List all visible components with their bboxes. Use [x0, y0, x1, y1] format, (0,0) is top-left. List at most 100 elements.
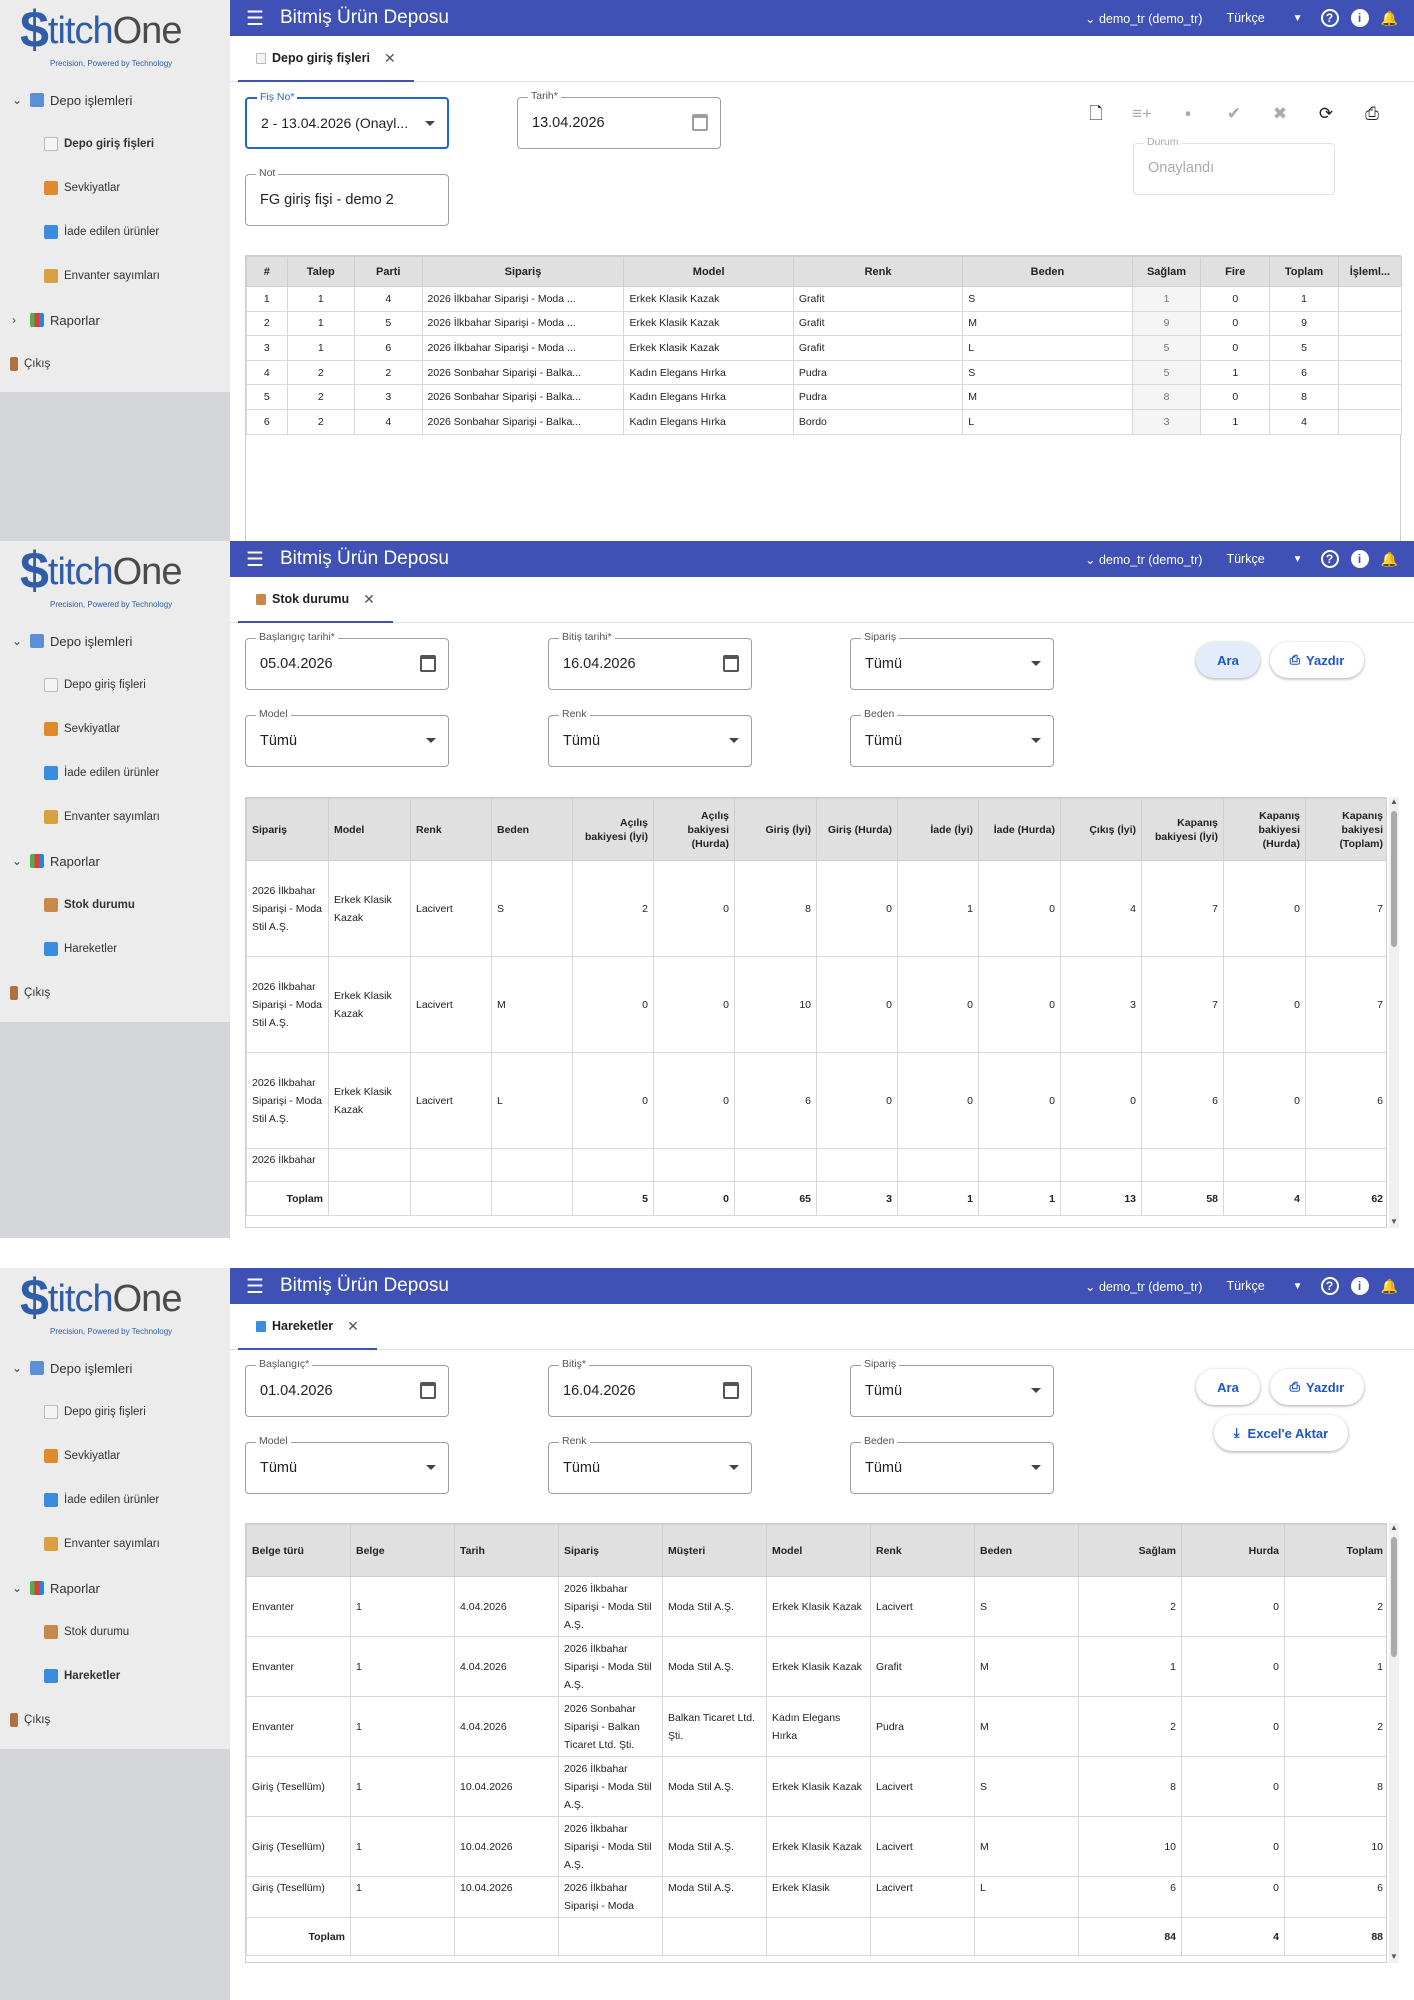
- add-row-icon[interactable]: ≡+: [1132, 104, 1152, 124]
- bell-icon[interactable]: 🔔: [1381, 1278, 1398, 1295]
- info-icon[interactable]: i: [1350, 1277, 1369, 1295]
- caret-down-icon[interactable]: ▼: [1293, 554, 1303, 565]
- new-document-icon[interactable]: 🗋: [1086, 104, 1106, 124]
- user-menu[interactable]: ⌄ demo_tr (demo_tr): [1085, 11, 1202, 26]
- sidebar-item-raporlar[interactable]: › Raporlar: [0, 298, 230, 342]
- menu-icon[interactable]: ☰: [230, 1274, 280, 1299]
- start-date-field[interactable]: Başlangıç* 01.04.2026: [245, 1358, 449, 1417]
- table-cell: 0: [1200, 286, 1271, 312]
- sidebar-item-stok[interactable]: Stok durumu: [0, 883, 230, 927]
- help-icon[interactable]: ?: [1320, 550, 1339, 568]
- model-select[interactable]: Model Tümü: [245, 708, 449, 767]
- giris-table: # Talep Parti Sipariş Model Renk Beden Sağlam Fi…: [245, 255, 1403, 541]
- calendar-icon[interactable]: [692, 114, 708, 131]
- info-icon[interactable]: i: [1350, 9, 1369, 27]
- table-cell: 8: [734, 860, 817, 957]
- user-menu[interactable]: ⌄ demo_tr (demo_tr): [1085, 1279, 1202, 1294]
- total-cell: 13: [1060, 1181, 1142, 1216]
- sidebar-item-depo[interactable]: ⌄ Depo işlemleri: [0, 619, 230, 663]
- topbar: ☰ Bitmiş Ürün Deposu ⌄ demo_tr (demo_tr)…: [230, 0, 1414, 36]
- user-menu[interactable]: ⌄ demo_tr (demo_tr): [1085, 552, 1202, 567]
- siparis-select[interactable]: Sipariş Tümü: [850, 1358, 1054, 1417]
- sidebar-item-depo[interactable]: ⌄ Depo işlemleri: [0, 78, 230, 122]
- beden-select[interactable]: Beden Tümü: [850, 1435, 1054, 1494]
- close-icon[interactable]: ✕: [363, 591, 375, 608]
- end-date-field[interactable]: Bitiş* 16.04.2026: [548, 1358, 752, 1417]
- sidebar-item-sevk[interactable]: Sevkiyatlar: [0, 1434, 230, 1478]
- yazdir-button[interactable]: ⎙ Yazdır: [1270, 642, 1364, 678]
- renk-select[interactable]: Renk Tümü: [548, 1435, 752, 1494]
- ara-button[interactable]: Ara: [1196, 642, 1260, 678]
- table-cell: 2: [1284, 1696, 1386, 1757]
- vertical-scrollbar[interactable]: ▲ ▼: [1389, 1523, 1399, 1963]
- language-select[interactable]: Türkçe: [1226, 11, 1264, 25]
- beden-select[interactable]: Beden Tümü: [850, 708, 1054, 767]
- table-cell: Pudra: [792, 384, 964, 410]
- column-header: Giriş (İyi): [734, 798, 817, 861]
- sidebar-item-iade[interactable]: İade edilen ürünler: [0, 1478, 230, 1522]
- tarih-field[interactable]: Tarih* 13.04.2026: [517, 90, 721, 149]
- table-cell: 1: [286, 310, 356, 337]
- language-select[interactable]: Türkçe: [1226, 552, 1264, 566]
- sidebar-item-sevk[interactable]: Sevkiyatlar: [0, 166, 230, 210]
- cancel-icon[interactable]: ✖: [1270, 104, 1290, 124]
- sidebar-item-raporlar[interactable]: ⌄ Raporlar: [0, 839, 230, 883]
- sidebar-item-cikis[interactable]: Çıkış: [0, 342, 230, 386]
- sidebar-item-stok[interactable]: Stok durumu: [0, 1610, 230, 1654]
- calendar-icon[interactable]: [723, 655, 739, 672]
- not-field[interactable]: Not FG giriş fişi - demo 2: [245, 167, 449, 226]
- menu-icon[interactable]: ☰: [230, 547, 280, 572]
- start-date-field[interactable]: Başlangıç tarihi* 05.04.2026: [245, 631, 449, 690]
- sidebar-item-raporlar[interactable]: ⌄ Raporlar: [0, 1566, 230, 1610]
- sidebar-item-hareket[interactable]: Hareketler: [0, 1654, 230, 1698]
- print-icon[interactable]: ⎙: [1362, 104, 1382, 124]
- sidebar-item-giris[interactable]: Depo giriş fişleri: [0, 663, 230, 707]
- bell-icon[interactable]: 🔔: [1381, 551, 1398, 568]
- tab-hareketler[interactable]: Hareketler ✕: [238, 1304, 377, 1350]
- bell-icon[interactable]: 🔔: [1381, 10, 1398, 27]
- caret-down-icon[interactable]: ▼: [1293, 1281, 1303, 1292]
- excel-export-button[interactable]: ⤓ Excel'e Aktar: [1214, 1415, 1348, 1451]
- sidebar-item-envanter[interactable]: Envanter sayımları: [0, 254, 230, 298]
- tab-depo-giris[interactable]: Depo giriş fişleri ✕: [238, 36, 414, 82]
- sidebar-item-depo[interactable]: ⌄ Depo işlemleri: [0, 1346, 230, 1390]
- approve-icon[interactable]: ✔: [1224, 104, 1244, 124]
- refresh-icon[interactable]: ⟳: [1316, 104, 1336, 124]
- sidebar-item-giris[interactable]: Depo giriş fişleri: [0, 122, 230, 166]
- table-cell: [1305, 1148, 1386, 1182]
- sidebar-item-envanter[interactable]: Envanter sayımları: [0, 795, 230, 839]
- ara-button[interactable]: Ara: [1196, 1369, 1260, 1405]
- table-cell: 4: [246, 359, 288, 386]
- help-icon[interactable]: ?: [1320, 1277, 1339, 1295]
- table-cell: 4.04.2026: [454, 1576, 559, 1637]
- fis-no-select[interactable]: Fiş No* 2 - 13.04.2026 (Onayl...: [245, 91, 449, 149]
- yazdir-button[interactable]: ⎙ Yazdır: [1270, 1369, 1364, 1405]
- sidebar-item-iade[interactable]: İade edilen ürünler: [0, 751, 230, 795]
- sidebar-item-giris[interactable]: Depo giriş fişleri: [0, 1390, 230, 1434]
- caret-down-icon[interactable]: ▼: [1293, 13, 1303, 24]
- calendar-icon[interactable]: [420, 655, 436, 672]
- chevron-down-icon: [425, 121, 435, 126]
- vertical-scrollbar[interactable]: ▲ ▼: [1389, 797, 1399, 1228]
- close-icon[interactable]: ✕: [384, 50, 396, 67]
- info-icon[interactable]: i: [1350, 550, 1369, 568]
- end-date-field[interactable]: Bitiş tarihi* 16.04.2026: [548, 631, 752, 690]
- calendar-icon[interactable]: [723, 1382, 739, 1399]
- language-select[interactable]: Türkçe: [1226, 1279, 1264, 1293]
- menu-icon[interactable]: ☰: [230, 6, 280, 31]
- tab-stok-durumu[interactable]: Stok durumu ✕: [238, 577, 393, 623]
- help-icon[interactable]: ?: [1320, 9, 1339, 27]
- renk-select[interactable]: Renk Tümü: [548, 708, 752, 767]
- siparis-select[interactable]: Sipariş Tümü: [850, 631, 1054, 690]
- sidebar-item-cikis[interactable]: Çıkış: [0, 1698, 230, 1742]
- close-icon[interactable]: ✕: [347, 1318, 359, 1335]
- sidebar-item-cikis[interactable]: Çıkış: [0, 971, 230, 1015]
- sidebar-item-iade[interactable]: İade edilen ürünler: [0, 210, 230, 254]
- sidebar-item-hareket[interactable]: Hareketler: [0, 927, 230, 971]
- model-select[interactable]: Model Tümü: [245, 1435, 449, 1494]
- sidebar-item-envanter[interactable]: Envanter sayımları: [0, 1522, 230, 1566]
- calendar-icon[interactable]: [420, 1382, 436, 1399]
- save-icon[interactable]: ▪: [1178, 104, 1198, 124]
- table-cell: M: [974, 1696, 1079, 1757]
- sidebar-item-sevk[interactable]: Sevkiyatlar: [0, 707, 230, 751]
